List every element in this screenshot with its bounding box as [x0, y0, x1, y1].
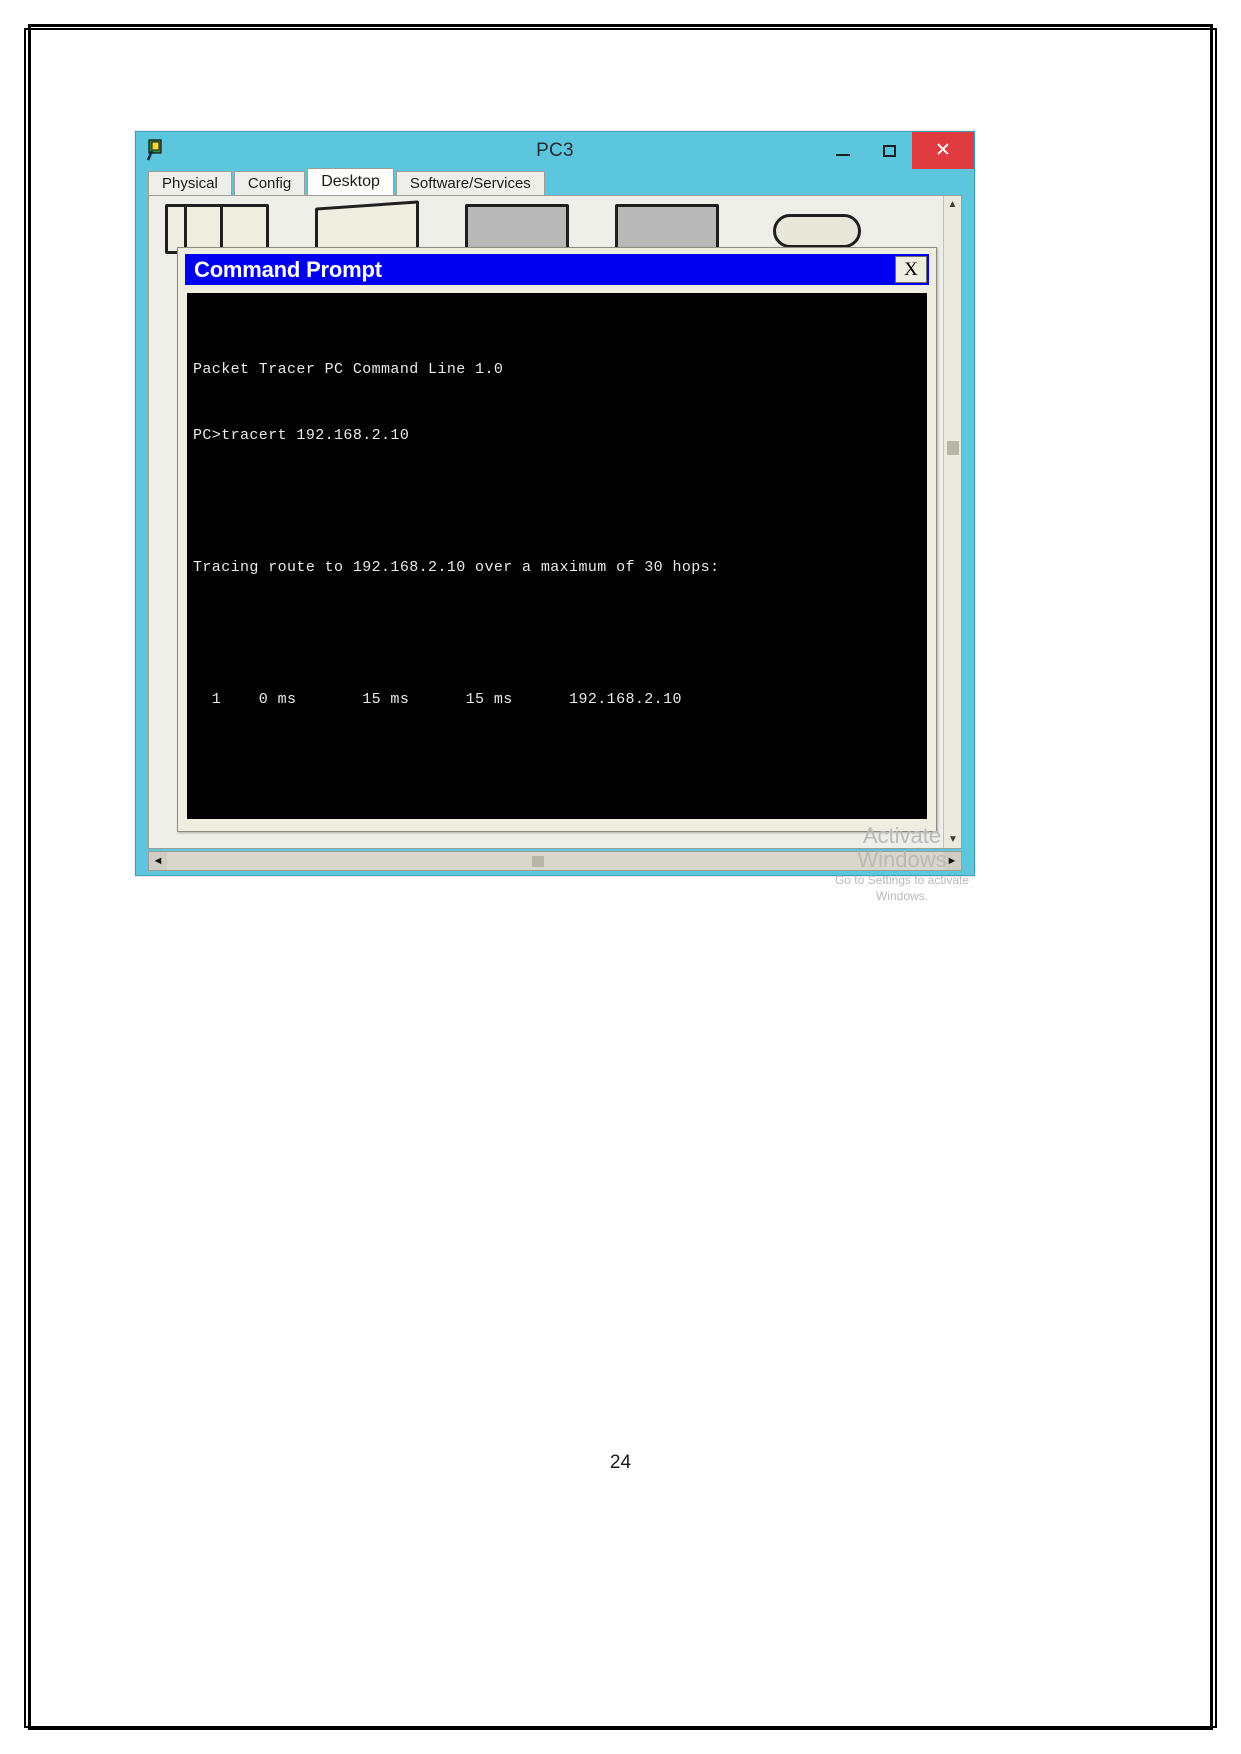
terminal-screen[interactable]: Packet Tracer PC Command Line 1.0 PC>tra… — [187, 293, 927, 819]
window-controls[interactable]: ✕ — [820, 132, 974, 169]
terminal-line: 1 0 ms 15 ms 15 ms 192.168.2.10 — [193, 691, 682, 708]
terminal-line: Tracing route to 192.168.2.10 over a max… — [193, 559, 720, 576]
terminal-line: PC>tracert 192.168.2.10 — [193, 427, 410, 444]
terminal-line: Packet Tracer PC Command Line 1.0 — [193, 361, 504, 378]
tab-config[interactable]: Config — [233, 171, 306, 195]
close-button[interactable]: ✕ — [912, 132, 974, 169]
tab-physical[interactable]: Physical — [148, 171, 232, 195]
page-number: 24 — [609, 1452, 632, 1473]
tab-software-services[interactable]: Software/Services — [395, 171, 545, 195]
watermark-subtext: Go to Settings to activate Windows. — [834, 873, 970, 903]
command-prompt-titlebar[interactable]: Command Prompt X — [185, 254, 929, 285]
scroll-left-arrow[interactable]: ◄ — [149, 852, 167, 870]
command-prompt-title: Command Prompt — [194, 256, 382, 282]
maximize-button[interactable] — [866, 132, 912, 169]
command-prompt-window[interactable]: Command Prompt X Packet Tracer PC Comman… — [177, 247, 937, 832]
scroll-thumb-horizontal[interactable] — [531, 856, 544, 867]
command-prompt-close-button[interactable]: X — [895, 256, 927, 283]
window-titlebar[interactable]: PC3 ✕ — [136, 132, 974, 169]
watermark-headline: Activate Windows — [857, 823, 947, 872]
minimize-button[interactable] — [820, 132, 866, 169]
scroll-thumb[interactable] — [947, 441, 959, 455]
desktop-vertical-scrollbar[interactable]: ▲ ▼ — [943, 196, 961, 848]
document-page: PC3 ✕ Physical Config Desktop Software/S… — [0, 0, 1241, 1754]
packet-tracer-icon — [146, 138, 170, 162]
tab-desktop[interactable]: Desktop — [307, 168, 394, 195]
terminal-output: Packet Tracer PC Command Line 1.0 PC>tra… — [187, 293, 927, 819]
activate-windows-watermark: Activate Windows Go to Settings to activ… — [822, 824, 982, 904]
scroll-up-arrow[interactable]: ▲ — [944, 196, 961, 213]
device-tabs[interactable]: Physical Config Desktop Software/Service… — [148, 168, 962, 195]
